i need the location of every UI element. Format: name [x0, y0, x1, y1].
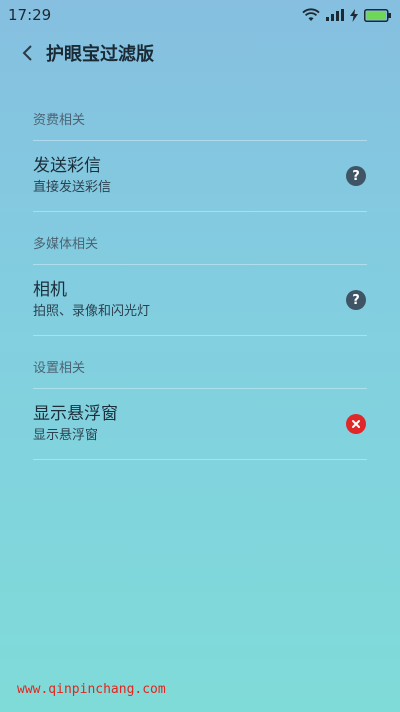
status-bar: 17:29	[0, 0, 400, 30]
charging-icon	[350, 8, 358, 22]
signal-icon	[326, 9, 344, 21]
list-item-camera[interactable]: 相机 拍照、录像和闪光灯 ?	[33, 265, 367, 335]
list-item-floating-window[interactable]: 显示悬浮窗 显示悬浮窗	[33, 389, 367, 459]
item-title: 相机	[33, 280, 67, 300]
item-title: 发送彩信	[33, 156, 101, 176]
section-header-fees: 资费相关	[33, 113, 86, 128]
help-icon[interactable]: ?	[346, 166, 366, 186]
battery-icon	[364, 8, 392, 22]
page-title: 护眼宝过滤版	[46, 44, 154, 65]
header-bar: 护眼宝过滤版	[0, 30, 400, 76]
section-header-settings: 设置相关	[33, 361, 86, 376]
item-subtitle: 直接发送彩信	[33, 180, 112, 195]
watermark-text: www.qinpinchang.com	[17, 682, 166, 697]
back-arrow-icon[interactable]	[16, 42, 38, 64]
help-icon[interactable]: ?	[346, 290, 366, 310]
list-item-send-mms[interactable]: 发送彩信 直接发送彩信 ?	[33, 141, 367, 211]
status-icons	[302, 8, 392, 22]
section-header-multimedia: 多媒体相关	[33, 237, 99, 252]
status-time: 17:29	[8, 6, 52, 24]
permission-list: 资费相关 发送彩信 直接发送彩信 ? 多媒体相关 相机 拍照、录像和闪光灯 ? …	[0, 88, 400, 460]
wifi-icon	[302, 8, 320, 22]
item-title: 显示悬浮窗	[33, 404, 118, 424]
divider	[33, 459, 367, 460]
close-icon[interactable]	[346, 414, 366, 434]
item-subtitle: 显示悬浮窗	[33, 428, 99, 443]
item-subtitle: 拍照、录像和闪光灯	[33, 304, 151, 319]
